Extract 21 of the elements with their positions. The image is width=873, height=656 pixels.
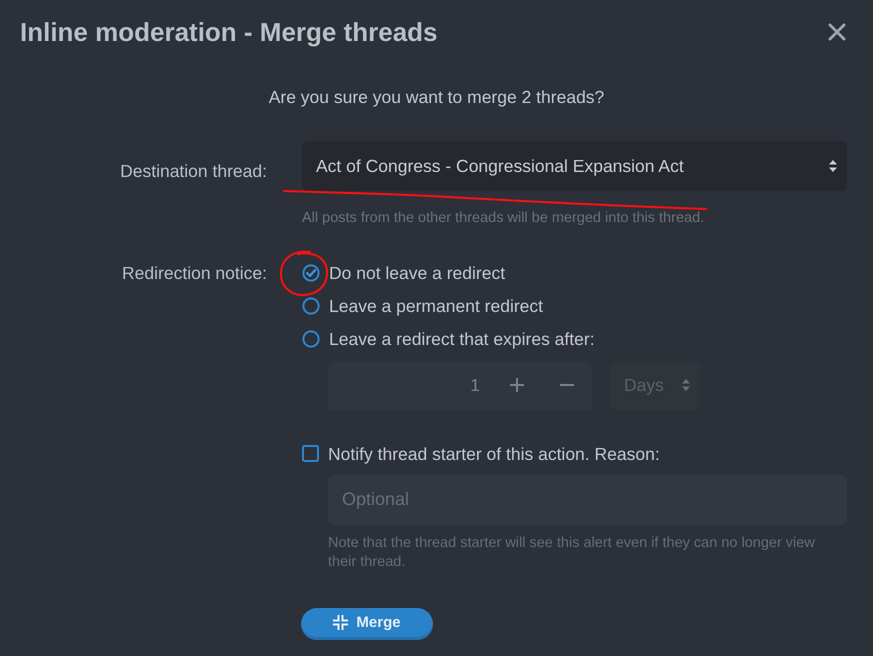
compress-icon — [333, 615, 348, 630]
dialog-title: Inline moderation - Merge threads — [20, 17, 438, 47]
hint-text: Note that the thread starter will see this alert even if they can no longer view their thread. — [328, 534, 816, 572]
confirmation-text: Are you sure you want to merge 2 threads? — [268, 86, 606, 108]
double-caret-icon — [829, 160, 837, 172]
radio-button[interactable] — [302, 330, 320, 348]
radio-button[interactable] — [302, 264, 320, 282]
field-label: Redirection notice: — [122, 262, 267, 284]
checkbox-label[interactable]: Notify thread starter of this action. Reason: — [328, 442, 660, 464]
close-button[interactable] — [828, 23, 846, 41]
checkbox[interactable] — [302, 445, 319, 462]
field-label: Destination thread: — [120, 160, 267, 182]
radio-label[interactable]: Leave a redirect that expires after: — [329, 328, 595, 350]
double-caret-icon — [682, 379, 690, 391]
radio-label[interactable]: Leave a permanent redirect — [329, 294, 544, 316]
plus-icon — [510, 378, 524, 392]
hint-text: All posts from the other threads will be merged into this thread. — [302, 209, 704, 227]
radio-button[interactable] — [302, 296, 320, 314]
thread-select[interactable]: Act of Congress - Congressional Expansion Act — [302, 141, 847, 191]
close-icon — [828, 23, 846, 41]
radio-label[interactable]: Do not leave a redirect — [329, 262, 506, 284]
